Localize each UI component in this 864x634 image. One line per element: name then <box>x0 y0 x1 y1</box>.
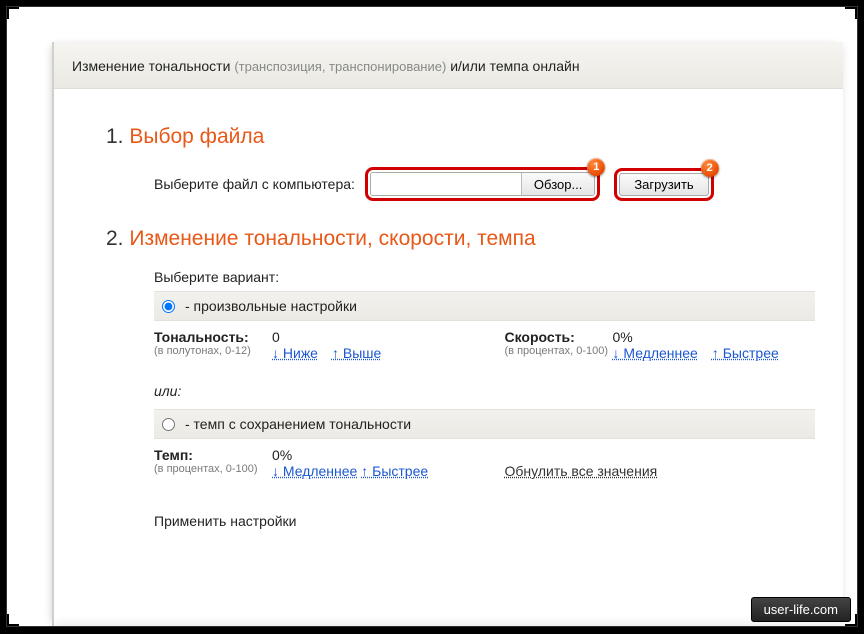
upload-button[interactable]: Загрузить <box>619 173 708 196</box>
tempo-down-link[interactable]: ↓ Медленнее <box>272 463 357 479</box>
radio-tempo[interactable] <box>162 418 175 431</box>
title-prefix: Изменение тональности <box>72 58 234 74</box>
tonality-sub: (в полутонах, 0-12) <box>154 345 272 361</box>
tonality-label: Тональность: <box>154 329 249 345</box>
tonality-up-link[interactable]: ↑ Выше <box>332 345 381 361</box>
speed-value: 0% <box>613 329 633 345</box>
tempo-control: Темп: 0% (в процентах, 0-100) ↓ Медленне… <box>154 447 465 479</box>
tempo-up-link[interactable]: ↑ Быстрее <box>361 463 428 479</box>
speed-sub: (в процентах, 0-100) <box>505 345 613 361</box>
speed-label: Скорость: <box>505 329 575 345</box>
page-title: Изменение тональности (транспозиция, тра… <box>54 42 843 89</box>
corner-mark <box>845 614 857 626</box>
title-suffix: и/или темпа онлайн <box>446 58 579 74</box>
file-path-input[interactable] <box>371 173 521 195</box>
option-tempo-label: - темп с сохранением тональности <box>185 416 411 432</box>
title-paren: (транспозиция, транспонирование) <box>234 59 446 74</box>
corner-mark <box>7 614 19 626</box>
reset-link[interactable]: Обнулить все значения <box>505 463 658 479</box>
tempo-value: 0% <box>272 447 292 463</box>
corner-mark <box>7 7 19 19</box>
callout-badge-2: 2 <box>701 159 719 177</box>
tonality-down-link[interactable]: ↓ Ниже <box>272 345 318 361</box>
callout-badge-1: 1 <box>587 158 605 176</box>
or-label: или: <box>154 383 815 399</box>
step-2-title: Изменение тональности, скорости, темпа <box>129 227 535 250</box>
browse-button[interactable]: Обзор... <box>521 173 594 195</box>
speed-control: Скорость: 0% (в процентах, 0-100) ↓ Медл… <box>505 329 816 361</box>
variant-label: Выберите вариант: <box>154 269 815 285</box>
tempo-sub: (в процентах, 0-100) <box>154 463 272 479</box>
step-1-title: Выбор файла <box>129 125 264 148</box>
speed-up-link[interactable]: ↑ Быстрее <box>712 345 779 361</box>
file-label: Выберите файл с компьютера: <box>154 176 355 192</box>
radio-custom[interactable] <box>162 300 175 313</box>
tonality-control: Тональность: 0 (в полутонах, 0-12) ↓ Ниж… <box>154 329 465 361</box>
file-input-group: Обзор... <box>370 172 595 196</box>
option-custom-row[interactable]: - произвольные настройки <box>154 291 815 321</box>
highlight-file-picker: 1 Обзор... <box>365 167 600 201</box>
corner-mark <box>845 7 857 19</box>
apply-link[interactable]: Применить настройки <box>154 513 297 529</box>
speed-down-link[interactable]: ↓ Медленнее <box>613 345 698 361</box>
highlight-upload: 2 Загрузить <box>614 168 713 201</box>
step-2: 2. Изменение тональности, скорости, темп… <box>106 227 815 529</box>
step-2-number: 2. <box>106 227 124 250</box>
option-tempo-row[interactable]: - темп с сохранением тональности <box>154 409 815 439</box>
step-1: 1. Выбор файла Выберите файл с компьютер… <box>106 125 815 201</box>
tonality-value: 0 <box>272 329 280 345</box>
content-area: 1. Выбор файла Выберите файл с компьютер… <box>54 89 843 549</box>
option-custom-label: - произвольные настройки <box>185 298 357 314</box>
main-panel: Изменение тональности (транспозиция, тра… <box>52 42 843 626</box>
outer-frame: Изменение тональности (транспозиция, тра… <box>6 6 858 627</box>
tempo-label: Темп: <box>154 447 193 463</box>
step-1-number: 1. <box>106 125 124 148</box>
